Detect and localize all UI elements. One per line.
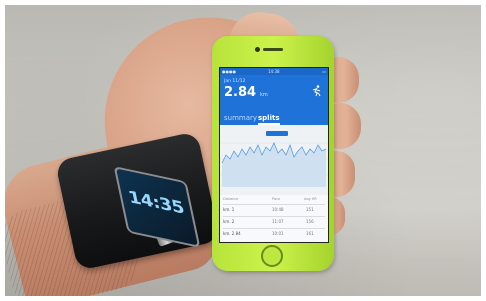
tab-summary[interactable]: summary	[224, 114, 257, 122]
status-time: 14:38	[268, 69, 280, 74]
front-camera	[255, 47, 260, 52]
activity-header: Jan 11/12 2.84 km	[220, 75, 328, 113]
split-hr: 151	[306, 207, 314, 212]
row-divider	[223, 228, 325, 229]
chart-tooltip	[266, 131, 288, 136]
heart-rate-chart	[220, 125, 328, 195]
row-divider	[223, 216, 325, 217]
band-time: 14:35	[126, 187, 186, 219]
split-pace: 11:07	[272, 219, 284, 224]
split-label: km. 2.84	[223, 231, 241, 236]
signal-icon: ●●●●	[222, 69, 236, 74]
tab-splits[interactable]: splits	[258, 114, 280, 122]
phone-screen: ●●●● 14:38 ▭ Jan 11/12 2.84 km summary s…	[219, 67, 329, 243]
row-divider	[223, 204, 325, 205]
split-hr: 161	[306, 231, 314, 236]
col-pace: Pace	[272, 197, 281, 201]
split-label: km. 2	[223, 219, 235, 224]
distance-value: 2.84	[224, 85, 257, 100]
col-distance: Distance	[223, 197, 239, 201]
split-label: km. 1	[223, 207, 235, 212]
split-pace: 10:01	[272, 231, 284, 236]
tab-bar: summary splits	[220, 113, 328, 125]
split-hr: 156	[306, 219, 314, 224]
split-pace: 10:48	[272, 207, 284, 212]
activity-date: Jan 11/12	[224, 79, 246, 84]
earpiece-speaker	[263, 48, 283, 51]
battery-icon: ▭	[322, 69, 326, 74]
smartphone: ●●●● 14:38 ▭ Jan 11/12 2.84 km summary s…	[212, 36, 334, 271]
runner-icon	[312, 85, 321, 97]
photo: 14:35 ●●●● 14:38 ▭ Jan 11/12 2.84 km sum…	[5, 5, 481, 296]
distance-unit: km	[260, 92, 268, 98]
splits-table: Distance Pace Avg HR km. 1 10:48 151 km.…	[220, 195, 328, 242]
home-button[interactable]	[261, 245, 283, 267]
col-hr: Avg HR	[304, 197, 317, 201]
hr-chart-svg	[220, 131, 328, 187]
status-bar: ●●●● 14:38 ▭	[220, 68, 328, 75]
